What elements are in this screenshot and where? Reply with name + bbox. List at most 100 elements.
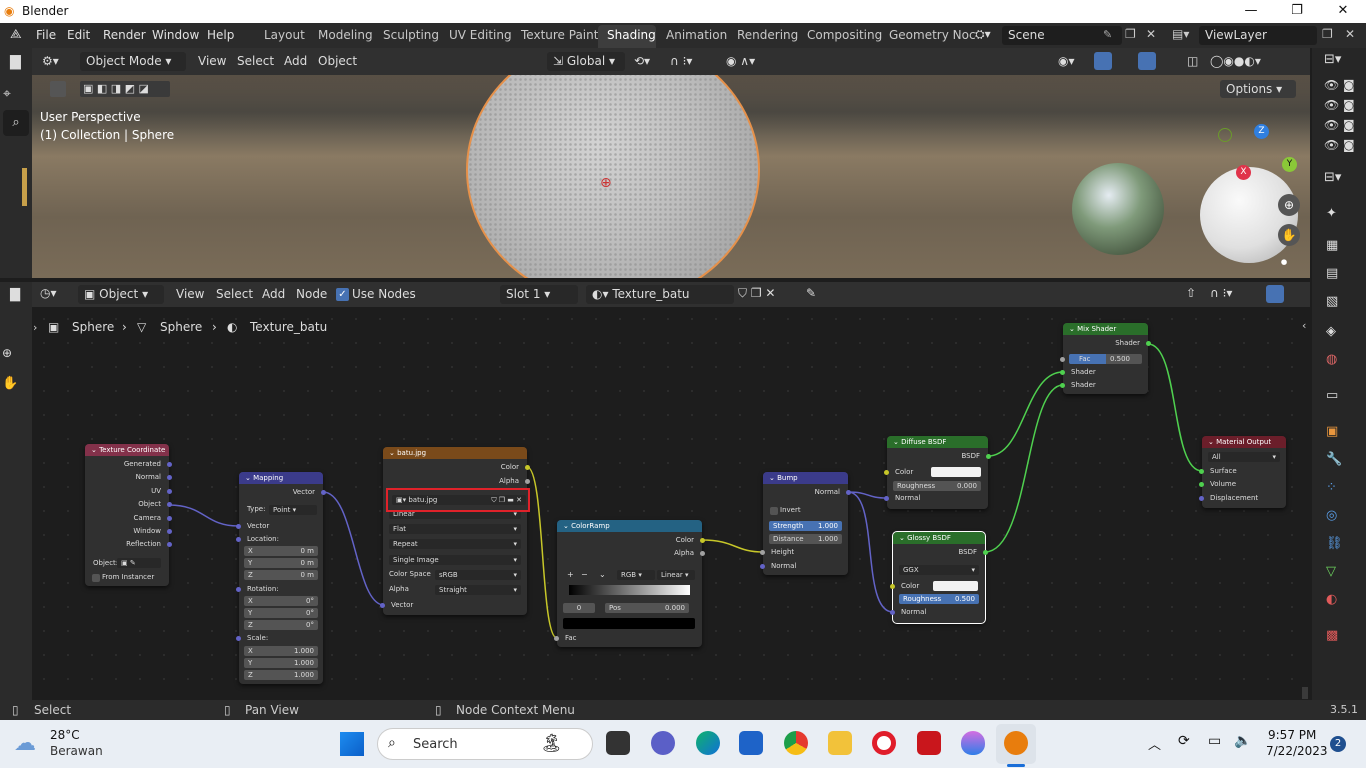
tab-geometry-nodes[interactable]: Geometry Noc <box>889 28 976 42</box>
file-explorer-icon[interactable] <box>828 731 852 755</box>
tab-layout[interactable]: Layout <box>264 28 305 42</box>
ramp-interpolation-dropdown[interactable]: Linear ▾ <box>657 570 695 580</box>
windows-start-icon[interactable] <box>340 732 364 756</box>
orientation-dropdown[interactable]: ⇲ Global ▾ <box>547 52 625 71</box>
socket-dot[interactable] <box>983 550 988 555</box>
image-selector-field[interactable]: ▣▾ batu.jpg ⛉ ❐ ▬ ✕ <box>392 495 526 505</box>
source-dropdown[interactable]: Single Image ▾ <box>389 555 521 565</box>
bump-node[interactable]: ⌄ Bump Normal Invert Strength 1.000 Dista… <box>760 472 851 575</box>
socket-fac-in[interactable]: Fac <box>554 633 702 644</box>
edge-icon[interactable] <box>696 731 720 755</box>
menu-object[interactable]: Object <box>318 54 357 68</box>
menu-add[interactable]: Add <box>284 54 307 68</box>
delete-scene-icon[interactable]: ✕ <box>1146 27 1156 41</box>
3d-cursor-icon[interactable]: ⊕ <box>600 175 612 191</box>
scale-x-field[interactable]: X 1.000 <box>244 646 318 656</box>
menu-file[interactable]: File <box>36 28 56 42</box>
add-node-icon[interactable]: ⊕ <box>2 346 12 360</box>
remove-stop-button[interactable]: − <box>581 570 588 579</box>
node-header[interactable]: ⌄ Material Output <box>1202 436 1286 448</box>
acrobat-icon[interactable] <box>917 731 941 755</box>
visibility-eye-icon[interactable]: 👁 ◙ <box>1324 78 1355 92</box>
socket-dot[interactable] <box>321 490 326 495</box>
mode-dropdown[interactable]: Object Mode ▾ <box>80 52 186 71</box>
ramp-color-mode-dropdown[interactable]: RGB ▾ <box>617 570 655 580</box>
menu-edit[interactable]: Edit <box>67 28 90 42</box>
socket-dot[interactable] <box>167 542 172 547</box>
socket-normal-in[interactable]: Normal <box>760 561 848 572</box>
node-menu-node[interactable]: Node <box>296 287 327 301</box>
socket-volume-in[interactable]: Volume <box>1199 479 1286 490</box>
socket-reflection[interactable]: Reflection <box>85 539 172 550</box>
editor-type-dropdown-icon[interactable]: ⚙▾ <box>42 54 59 68</box>
view-layer-tab-icon[interactable]: ▧ <box>1326 294 1338 309</box>
socket-dot[interactable] <box>1060 357 1065 362</box>
node-header[interactable]: ⌄ Diffuse BSDF <box>887 436 988 448</box>
scale-z-field[interactable]: Z 1.000 <box>244 670 318 680</box>
socket-dot[interactable] <box>760 564 765 569</box>
weather-cloud-icon[interactable]: ☁ <box>14 731 36 756</box>
socket-dot[interactable] <box>236 636 241 641</box>
mapping-type-dropdown[interactable]: Point ▾ <box>269 505 317 515</box>
pan-hand-icon[interactable]: ✋ <box>1278 224 1300 246</box>
socket-dot[interactable] <box>1060 383 1065 388</box>
ramp-menu-icon[interactable]: ⌄ <box>599 570 606 579</box>
socket-vector-in[interactable]: Vector <box>380 600 527 611</box>
volume-icon[interactable]: 🔈 <box>1234 733 1251 749</box>
mix-fac-field[interactable]: Fac 0.500 <box>1069 354 1142 364</box>
gizmo-z-axis[interactable]: Z <box>1254 124 1269 139</box>
physics-tab-icon[interactable]: ◎ <box>1326 508 1337 523</box>
material-tab-icon[interactable]: ◐ <box>1326 592 1337 607</box>
world-tab-icon[interactable]: ◍ <box>1326 352 1337 367</box>
scale-y-field[interactable]: Y 1.000 <box>244 658 318 668</box>
chat-icon[interactable] <box>651 731 675 755</box>
node-menu-select[interactable]: Select <box>216 287 253 301</box>
xray-icon[interactable]: ◫ <box>1187 54 1198 68</box>
socket-dot[interactable] <box>167 516 172 521</box>
output-tab-icon[interactable]: ▤ <box>1326 266 1338 281</box>
shader-type-icon[interactable]: ◷▾ <box>40 286 57 300</box>
object-picker-field[interactable]: ▣ ✎ <box>117 558 161 568</box>
node-editor-type-icon[interactable]: ▇ <box>10 287 20 302</box>
texture-tab-icon[interactable]: ▩ <box>1326 628 1338 643</box>
add-stop-button[interactable]: + <box>567 570 574 579</box>
socket-dot[interactable] <box>846 490 851 495</box>
socket-surface-in[interactable]: Surface <box>1199 466 1286 477</box>
socket-dot[interactable] <box>760 550 765 555</box>
shading-modes-icon[interactable]: ◯◉●◐▾ <box>1210 54 1261 68</box>
socket-height-in[interactable]: Height <box>760 547 848 558</box>
extension-dropdown[interactable]: Repeat ▾ <box>389 539 521 549</box>
glossy-distribution-dropdown[interactable]: GGX ▾ <box>899 565 979 575</box>
sync-icon[interactable]: ⟳ <box>1178 733 1190 749</box>
tab-modeling[interactable]: Modeling <box>318 28 373 42</box>
editor-type-icon[interactable]: ▇ <box>10 54 21 70</box>
socket-dot[interactable] <box>167 462 172 467</box>
material-field[interactable]: ◐▾ Texture_batu <box>586 285 734 304</box>
node-header[interactable]: ⌄ Glossy BSDF <box>893 532 985 544</box>
socket-alpha-out[interactable]: Alpha <box>383 476 530 487</box>
task-view-icon[interactable] <box>606 731 630 755</box>
tray-chevron-icon[interactable]: ︿ <box>1148 734 1161 753</box>
menu-help[interactable]: Help <box>207 28 234 42</box>
select-mode-icons[interactable]: ▣ ◧ ◨ ◩ ◪ <box>80 81 170 97</box>
socket-dot[interactable] <box>236 524 241 529</box>
node-header[interactable]: ⌄ batu.jpg <box>383 447 527 459</box>
shader-object-dropdown[interactable]: ▣ Object ▾ <box>78 285 164 304</box>
diffuse-roughness-field[interactable]: Roughness 0.000 <box>893 481 981 491</box>
node-header[interactable]: ⌄ Texture Coordinate <box>85 444 169 456</box>
visibility-eye-icon[interactable]: 👁 ◙ <box>1324 118 1355 132</box>
gizmo-toggle-icon[interactable] <box>1094 52 1112 70</box>
socket-displacement-in[interactable]: Displacement <box>1199 493 1286 504</box>
notification-badge[interactable]: 2 <box>1330 736 1346 752</box>
socket-bsdf-out[interactable]: BSDF <box>887 451 991 462</box>
parent-node-tree-icon[interactable]: ⇧ <box>1186 286 1196 300</box>
socket-dot[interactable] <box>380 603 385 608</box>
socket-window[interactable]: Window <box>85 526 172 537</box>
socket-dot[interactable] <box>890 610 895 615</box>
options-dropdown[interactable]: Options ▾ <box>1220 80 1296 98</box>
socket-normal[interactable]: Normal <box>85 472 172 483</box>
distance-field[interactable]: Distance 1.000 <box>769 534 842 544</box>
menu-render[interactable]: Render <box>103 28 146 42</box>
socket-dot[interactable] <box>700 538 705 543</box>
node-menu-add[interactable]: Add <box>262 287 285 301</box>
